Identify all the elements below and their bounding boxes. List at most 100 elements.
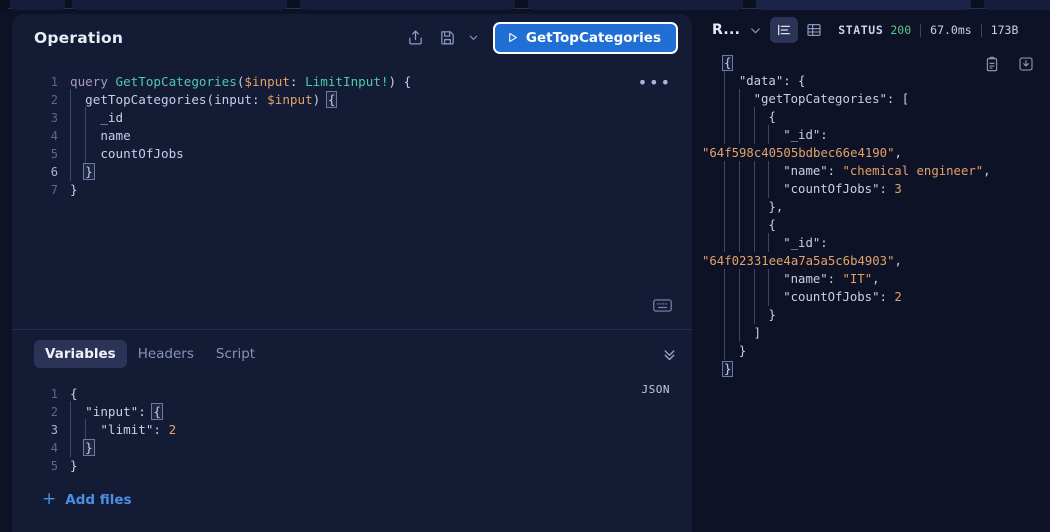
json-line: "64f02331ee4a7a5a5c6b4903", <box>702 254 902 268</box>
code-line: 3 _id <box>12 107 692 127</box>
code-text: "input": { <box>70 401 163 421</box>
code-text: } <box>70 437 95 457</box>
operation-editor-body: 1 query GetTopCategories($input: LimitInp… <box>12 61 692 329</box>
json-line: "countOfJobs": 3 <box>724 179 1050 198</box>
lines-icon[interactable] <box>770 17 799 43</box>
add-files-label: Add files <box>65 491 132 508</box>
code-line: 6 } <box>12 161 692 181</box>
json-line: { <box>724 215 1050 234</box>
json-line: "_id": <box>724 125 1050 144</box>
line-number: 2 <box>50 405 58 419</box>
code-text: "limit": 2 <box>70 419 176 439</box>
code-line: 2 getTopCategories(input: $input) { <box>12 89 692 109</box>
run-button-label: GetTopCategories <box>525 29 661 46</box>
response-time: 67.0ms <box>930 23 972 37</box>
plus-icon: + <box>42 489 57 509</box>
chevrons-down-icon[interactable] <box>661 346 678 363</box>
window-tab[interactable] <box>300 0 515 10</box>
run-operation-button[interactable]: GetTopCategories <box>492 21 678 54</box>
download-icon[interactable] <box>1014 52 1038 76</box>
json-line: } <box>721 361 734 377</box>
clipboard-icon[interactable] <box>980 52 1004 76</box>
line-number: 1 <box>50 75 58 89</box>
save-icon[interactable] <box>433 23 463 53</box>
variables-editor-wrapper: JSON 1{2 "input": {3 "limit": 24 } 5} <box>12 378 692 475</box>
window-tab-strip <box>0 0 1050 10</box>
table-icon[interactable] <box>800 17 828 43</box>
code-line: 7} <box>12 181 692 199</box>
json-line: "64f598c40505bdbec66e4190", <box>702 146 902 160</box>
response-panel: R... STATUS 200 67.0ms 173B {"data": {… <box>700 14 1050 532</box>
line-number: 6 <box>50 165 58 179</box>
operation-header: Operation GetTopCategories <box>12 14 692 61</box>
code-text: countOfJobs <box>70 143 184 163</box>
line-number: 3 <box>50 423 58 437</box>
code-line: 2 "input": { <box>12 401 692 421</box>
json-line: "getTopCategories": [ <box>724 89 1050 108</box>
window-tab[interactable] <box>528 0 743 10</box>
json-line: "_id": <box>724 233 1050 252</box>
chevron-down-icon[interactable] <box>742 15 768 45</box>
code-line: 5 countOfJobs <box>12 143 692 163</box>
window-tab[interactable] <box>984 0 1050 10</box>
code-text: name <box>70 125 131 145</box>
json-line: "name": "IT", <box>724 269 1050 288</box>
status-separator <box>980 23 982 37</box>
window-tab-active[interactable] <box>756 0 971 10</box>
json-line: }, <box>724 197 1050 216</box>
code-line: 4 name <box>12 125 692 145</box>
keyboard-icon[interactable] <box>653 298 672 317</box>
line-number: 7 <box>50 183 58 197</box>
code-text: } <box>70 182 78 197</box>
code-line: 5} <box>12 457 692 475</box>
line-number: 2 <box>50 93 58 107</box>
response-body: { "data": { "getTopCategories": [ { "_id… <box>700 46 1050 378</box>
json-line: { <box>724 107 1050 126</box>
response-json-viewer[interactable]: { "data": { "getTopCategories": [ { "_id… <box>702 54 1050 378</box>
json-line: "countOfJobs": 2 <box>724 287 1050 306</box>
code-line: 3 "limit": 2 <box>12 419 692 439</box>
chevron-down-icon[interactable] <box>465 23 483 53</box>
line-number: 4 <box>50 129 58 143</box>
response-size: 173B <box>990 23 1019 37</box>
code-text: query GetTopCategories($input: LimitInpu… <box>70 74 412 89</box>
line-number: 3 <box>50 111 58 125</box>
json-line: ] <box>724 323 1050 342</box>
json-line: } <box>724 341 1050 360</box>
code-text: } <box>70 458 78 473</box>
code-text: getTopCategories(input: $input) { <box>70 89 338 109</box>
share-icon[interactable] <box>401 23 431 53</box>
json-line: } <box>724 305 1050 324</box>
tab-variables[interactable]: Variables <box>34 340 127 368</box>
add-files-button[interactable]: + Add files <box>12 475 692 508</box>
graphql-client-app: Operation GetTopCategories 1 query GetTo… <box>0 0 1050 532</box>
line-number: 1 <box>50 387 58 401</box>
code-text: } <box>70 161 95 181</box>
response-status-bar: STATUS 200 67.0ms 173B <box>838 23 1018 37</box>
tab-headers[interactable]: Headers <box>127 340 205 368</box>
operation-header-actions: GetTopCategories <box>401 21 678 54</box>
tab-script[interactable]: Script <box>205 340 266 368</box>
operation-panel: Operation GetTopCategories 1 query GetTo… <box>12 14 692 532</box>
code-text: _id <box>70 107 123 127</box>
status-code: 200 <box>890 23 912 37</box>
window-tab[interactable] <box>10 0 65 10</box>
response-title: R... <box>712 22 741 38</box>
line-number: 5 <box>50 147 58 161</box>
line-number: 4 <box>50 441 58 455</box>
line-number: 5 <box>50 459 58 473</box>
graphql-query-editor[interactable]: 1 query GetTopCategories($input: LimitInp… <box>12 61 692 199</box>
variables-tab-bar: Variables Headers Script <box>12 330 692 378</box>
json-line: "name": "chemical engineer", <box>724 161 1050 180</box>
status-separator <box>920 23 922 37</box>
code-line: 1{ <box>12 385 692 403</box>
window-tab[interactable] <box>72 0 287 10</box>
play-icon <box>506 31 519 44</box>
variables-editor[interactable]: 1{2 "input": {3 "limit": 24 } 5} <box>12 381 692 475</box>
code-text: { <box>70 386 78 401</box>
response-actions <box>980 52 1038 76</box>
code-line: 1 query GetTopCategories($input: LimitInp… <box>12 73 692 91</box>
page-title: Operation <box>34 28 124 47</box>
status-label: STATUS <box>838 23 884 37</box>
more-horizontal-icon[interactable]: ••• <box>638 73 672 92</box>
